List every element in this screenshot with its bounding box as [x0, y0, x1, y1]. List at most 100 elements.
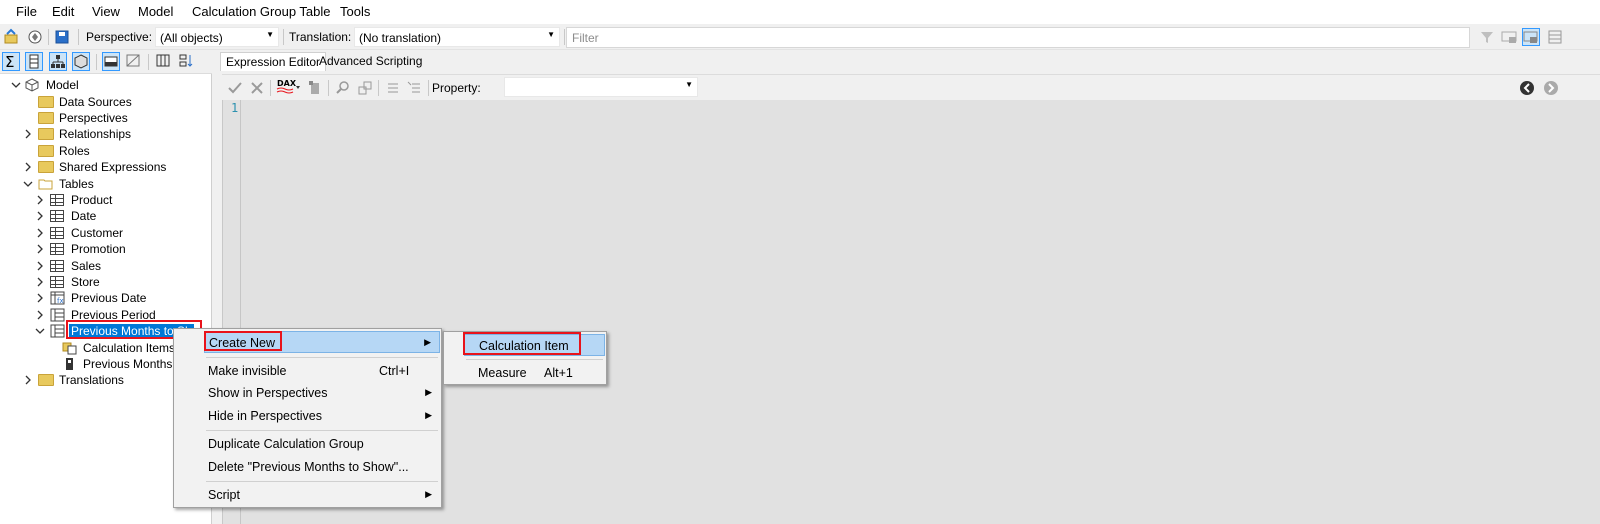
tree-label: Previous Months to — [83, 357, 186, 371]
cube-icon[interactable] — [72, 52, 90, 71]
main-toolbar: Perspective: (All objects) ▼ Translation… — [0, 24, 1600, 50]
format-dropdown-icon[interactable] — [306, 79, 324, 97]
filter-funnel-icon[interactable] — [1478, 28, 1496, 46]
menu-item-hide-in-perspectives[interactable]: Hide in Perspectives ▶ — [204, 405, 440, 427]
filter-input[interactable]: Filter — [566, 27, 1470, 48]
tree-node-table-previous-date[interactable]: fx Previous Date — [34, 290, 208, 306]
tree-node-table-customer[interactable]: Customer — [34, 225, 208, 241]
chevron-right-icon[interactable] — [22, 374, 34, 386]
tree-node-relationships[interactable]: Relationships — [22, 126, 208, 142]
model-cube-icon — [24, 78, 40, 92]
tab-expression-editor[interactable]: Expression Editor — [220, 52, 327, 71]
tree-label: Previous Date — [71, 291, 147, 305]
tree-label: Perspectives — [59, 111, 128, 125]
menu-item-show-in-perspectives[interactable]: Show in Perspectives ▶ — [204, 382, 440, 404]
menu-file[interactable]: File — [16, 4, 37, 19]
open-model-icon[interactable] — [3, 28, 21, 46]
tree-node-table-product[interactable]: Product — [34, 192, 208, 208]
filter-placeholder: Filter — [572, 31, 599, 45]
uncomment-icon[interactable] — [406, 79, 424, 97]
cancel-icon[interactable] — [248, 79, 266, 97]
dax-formatter-icon[interactable]: DAX — [276, 77, 302, 95]
table-icon — [50, 276, 64, 288]
sigma-icon[interactable]: Σ — [2, 52, 20, 71]
tree-node-roles[interactable]: Roles — [38, 143, 208, 159]
replace-icon[interactable] — [356, 79, 374, 97]
chevron-right-icon[interactable] — [34, 292, 46, 304]
menu-item-label: Script — [208, 488, 240, 502]
chevron-right-icon[interactable] — [34, 210, 46, 222]
back-icon[interactable] — [1518, 79, 1536, 97]
layout-icon[interactable] — [1500, 28, 1518, 46]
menu-item-shortcut: Alt+1 — [544, 366, 573, 380]
tree-node-shared-expressions[interactable]: Shared Expressions — [22, 159, 208, 175]
calculation-group-icon — [50, 308, 66, 322]
submenu-arrow-icon: ▶ — [425, 489, 432, 499]
column-icon[interactable] — [25, 52, 43, 71]
property-dropdown[interactable]: ▼ — [504, 77, 698, 97]
property-label: Property: — [432, 81, 481, 95]
save-icon[interactable] — [53, 28, 71, 46]
chevron-down-icon[interactable] — [34, 325, 46, 337]
layout-pressed-icon[interactable] — [1522, 28, 1540, 46]
tab-advanced-scripting[interactable]: Advanced Scripting — [314, 52, 427, 71]
chevron-right-icon[interactable] — [34, 260, 46, 272]
menu-view[interactable]: View — [92, 4, 120, 19]
chevron-right-icon[interactable] — [22, 128, 34, 140]
menu-item-duplicate[interactable]: Duplicate Calculation Group — [204, 433, 440, 455]
column-icon — [62, 357, 78, 371]
dropdown-arrow-icon: ▼ — [685, 80, 693, 89]
menu-edit[interactable]: Edit — [52, 4, 74, 19]
deploy-icon[interactable] — [26, 28, 44, 46]
list-view-icon[interactable] — [1546, 28, 1564, 46]
menu-model[interactable]: Model — [138, 4, 173, 19]
menu-item-label: Show in Perspectives — [208, 386, 328, 400]
hidden-objects-icon[interactable] — [125, 52, 143, 71]
menu-item-measure[interactable]: Measure Alt+1 — [464, 362, 605, 384]
tree-label: Store — [71, 275, 100, 289]
editor-toolbar: DAX Property: ▼ — [222, 74, 1600, 100]
tree-node-model[interactable]: Model — [10, 77, 210, 93]
menu-item-script[interactable]: Script ▶ — [204, 484, 440, 506]
display-folder-icon[interactable] — [102, 52, 120, 71]
chevron-right-icon[interactable] — [34, 194, 46, 206]
menu-item-delete[interactable]: Delete "Previous Months to Show"... — [204, 456, 440, 478]
dropdown-arrow-icon: ▼ — [547, 30, 555, 39]
tree-node-data-sources[interactable]: Data Sources — [38, 94, 208, 110]
chevron-right-icon[interactable] — [22, 161, 34, 173]
tree-node-table-store[interactable]: Store — [34, 274, 208, 290]
tree-node-table-promotion[interactable]: Promotion — [34, 241, 208, 257]
comment-icon[interactable] — [384, 79, 402, 97]
accept-icon[interactable] — [226, 79, 244, 97]
chevron-right-icon[interactable] — [34, 276, 46, 288]
sort-icon[interactable] — [178, 52, 196, 71]
tree-node-table-sales[interactable]: Sales — [34, 258, 208, 274]
tree-label: Roles — [59, 144, 90, 158]
menu-calculation-group-table[interactable]: Calculation Group Table — [192, 4, 331, 19]
chevron-right-icon[interactable] — [34, 243, 46, 255]
dax-label: DAX — [277, 79, 297, 88]
find-icon[interactable] — [334, 79, 352, 97]
tree-node-tables[interactable]: Tables — [22, 176, 208, 192]
folder-icon — [38, 96, 54, 108]
chevron-right-icon[interactable] — [34, 227, 46, 239]
chevron-right-icon[interactable] — [34, 309, 46, 321]
calculated-table-icon: fx — [50, 291, 66, 305]
chevron-down-icon[interactable] — [10, 79, 22, 91]
hierarchy-icon[interactable] — [49, 52, 67, 71]
tree-label: Sales — [71, 259, 102, 273]
tree-label: Promotion — [71, 242, 126, 256]
svg-text:fx: fx — [57, 297, 64, 305]
menu-item-make-invisible[interactable]: Make invisible Ctrl+I — [204, 360, 440, 382]
table-icon — [50, 194, 64, 206]
menu-item-label: Hide in Perspectives — [208, 409, 322, 423]
tree-node-perspectives[interactable]: Perspectives — [38, 110, 208, 126]
columns-icon[interactable] — [155, 52, 173, 71]
menu-tools[interactable]: Tools — [340, 4, 370, 19]
perspective-dropdown[interactable]: (All objects) ▼ — [155, 27, 279, 47]
forward-icon[interactable] — [1542, 79, 1560, 97]
chevron-down-icon[interactable] — [22, 178, 34, 190]
menu-bar: File Edit View Model Calculation Group T… — [0, 0, 1600, 24]
tree-node-table-date[interactable]: Date — [34, 208, 208, 224]
translation-dropdown[interactable]: (No translation) ▼ — [354, 27, 560, 47]
